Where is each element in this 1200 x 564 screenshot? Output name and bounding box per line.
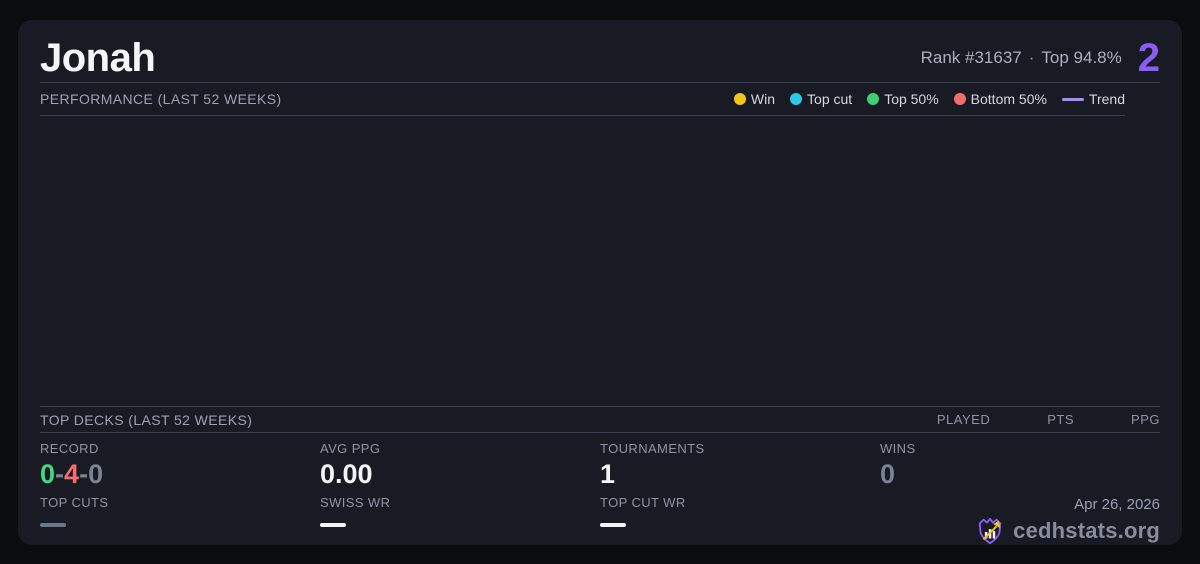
swiss-wr-label: SWISS WR <box>320 495 391 511</box>
wins-label: WINS <box>880 441 916 456</box>
column-ppg: PPG <box>1131 412 1160 427</box>
legend-label: Bottom 50% <box>970 91 1047 107</box>
column-pts: PTS <box>1047 412 1075 427</box>
generated-date: Apr 26, 2026 <box>1074 496 1160 513</box>
record-separator: - <box>79 459 89 489</box>
rank-number: Rank #31637 <box>920 48 1022 67</box>
column-played: PLAYED <box>936 412 991 427</box>
record-value: 0-4-0 <box>40 459 320 490</box>
avg-ppg-value: 0.00 <box>320 459 373 489</box>
top-decks-header: TOP DECKS (LAST 52 WEEKS) PLAYED PTS PPG <box>40 406 1160 433</box>
chart-legend: Win Top cut Top 50% Bottom 50% Trend <box>733 91 1125 107</box>
record-losses: 4 <box>64 459 80 489</box>
legend-label: Top 50% <box>884 91 939 107</box>
brand-row: cedhstats.org <box>975 516 1160 546</box>
topcut-dot-icon <box>790 93 803 105</box>
legend-item-trend: Trend <box>1061 91 1125 107</box>
win-dot-icon <box>733 93 746 105</box>
record-wins: 0 <box>40 459 56 489</box>
top-decks-title: TOP DECKS (LAST 52 WEEKS) <box>40 411 253 428</box>
top-cut-wr-placeholder-dash <box>600 523 626 528</box>
top-decks-columns: PLAYED PTS PPG <box>937 412 1160 427</box>
card-header: Jonah Rank #31637 · Top 94.8% 2 <box>40 34 1160 82</box>
player-stats-card: Jonah Rank #31637 · Top 94.8% 2 PERFORMANC… <box>18 20 1182 545</box>
performance-section: PERFORMANCE (LAST 52 WEEKS) Win Top cut … <box>40 83 1125 116</box>
legend-item-top50: Top 50% <box>867 91 939 107</box>
stats-grid: RECORD 0-4-0 TOP CUTS AVG PPG 0.00 SWISS… <box>40 433 1160 548</box>
tournaments-label: TOURNAMENTS <box>600 441 705 456</box>
top-percentile: Top 94.8% <box>1041 48 1122 67</box>
player-name: Jonah <box>40 36 156 80</box>
tournaments-value: 1 <box>600 459 616 489</box>
top-cut-wr-label: TOP CUT WR <box>600 495 686 511</box>
legend-item-bottom50: Bottom 50% <box>953 91 1047 107</box>
stat-tournaments: TOURNAMENTS 1 TOP CUT WR <box>600 441 880 548</box>
legend-item-win: Win <box>733 91 776 107</box>
legend-label: Win <box>750 91 776 107</box>
header-right: Rank #31637 · Top 94.8% 2 <box>921 38 1160 78</box>
avg-ppg-label: AVG PPG <box>320 441 381 456</box>
stat-avg-ppg: AVG PPG 0.00 SWISS WR <box>320 441 600 548</box>
performance-header: PERFORMANCE (LAST 52 WEEKS) Win Top cut … <box>40 83 1125 116</box>
legend-label: Top cut <box>807 91 853 107</box>
stat-record: RECORD 0-4-0 TOP CUTS <box>40 441 320 548</box>
swiss-wr-placeholder-dash <box>320 523 346 528</box>
cedhstats-logo-icon <box>978 517 1002 545</box>
top50-dot-icon <box>867 93 880 105</box>
performance-chart-empty <box>40 116 1160 406</box>
rank-summary: Rank #31637 · Top 94.8% <box>921 48 1122 68</box>
bottom50-dot-icon <box>953 93 966 105</box>
brand-name: cedhstats.org <box>1013 518 1160 543</box>
record-separator: - <box>55 459 65 489</box>
top-cuts-placeholder-dash <box>40 523 66 528</box>
card-footer: Apr 26, 2026 cedhstats.org <box>975 496 1160 546</box>
performance-title: PERFORMANCE (LAST 52 WEEKS) <box>40 91 282 107</box>
wins-value: 0 <box>880 459 896 489</box>
record-label: RECORD <box>40 441 99 456</box>
rank-separator: · <box>1028 48 1035 67</box>
legend-item-topcut: Top cut <box>790 91 852 107</box>
deck-count-badge: 2 <box>1137 36 1160 80</box>
trend-line-icon <box>1061 97 1084 101</box>
top-cuts-label: TOP CUTS <box>40 495 109 511</box>
record-draws: 0 <box>88 459 104 489</box>
legend-label: Trend <box>1088 91 1125 107</box>
